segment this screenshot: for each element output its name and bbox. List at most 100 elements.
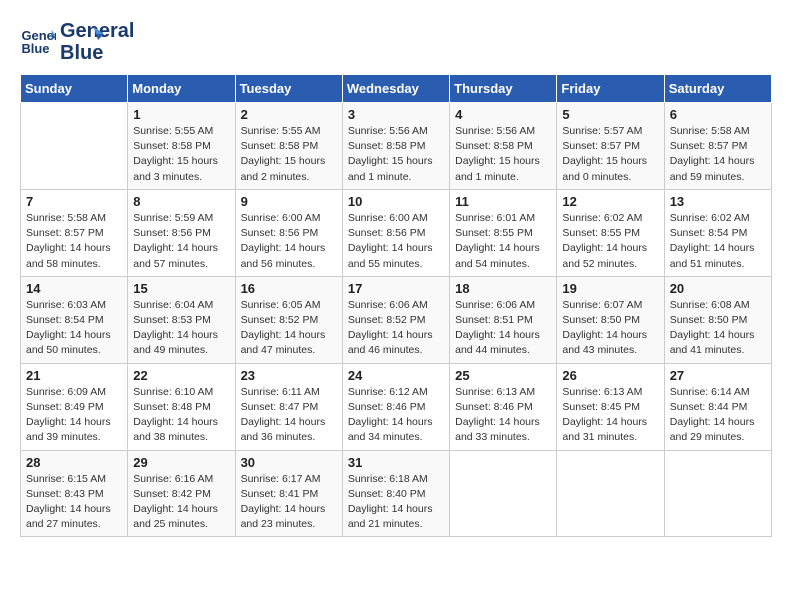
day-number: 11 — [455, 194, 551, 209]
calendar-cell: 23 Sunrise: 6:11 AMSunset: 8:47 PMDayligh… — [235, 363, 342, 450]
calendar-cell: 10 Sunrise: 6:00 AMSunset: 8:56 PMDayligh… — [342, 189, 449, 276]
day-info: Sunrise: 5:57 AMSunset: 8:57 PMDaylight:… — [562, 124, 658, 185]
day-header-sunday: Sunday — [21, 75, 128, 103]
calendar-week-row: 21Sunrise: 6:09 AMSunset: 8:49 PMDayligh… — [21, 363, 772, 450]
svg-text:Blue: Blue — [21, 41, 49, 56]
day-info: Sunrise: 6:12 AMSunset: 8:46 PMDaylight:… — [348, 385, 444, 446]
day-info: Sunrise: 5:56 AMSunset: 8:58 PMDaylight:… — [455, 124, 551, 185]
calendar-week-row: 1 Sunrise: 5:55 AMSunset: 8:58 PMDaylight… — [21, 103, 772, 190]
day-info: Sunrise: 6:08 AMSunset: 8:50 PMDaylight:… — [670, 298, 766, 359]
day-info: Sunrise: 6:05 AMSunset: 8:52 PMDaylight:… — [241, 298, 337, 359]
day-number: 3 — [348, 107, 444, 122]
day-info: Sunrise: 5:58 AMSunset: 8:57 PMDaylight:… — [26, 211, 122, 272]
calendar-cell: 12 Sunrise: 6:02 AMSunset: 8:55 PMDayligh… — [557, 189, 664, 276]
day-info: Sunrise: 6:04 AMSunset: 8:53 PMDaylight:… — [133, 298, 229, 359]
calendar-table: SundayMondayTuesdayWednesdayThursdayFrid… — [20, 74, 772, 537]
day-number: 29 — [133, 455, 229, 470]
day-info: Sunrise: 6:10 AMSunset: 8:48 PMDaylight:… — [133, 385, 229, 446]
calendar-cell: 7 Sunrise: 5:58 AMSunset: 8:57 PMDaylight… — [21, 189, 128, 276]
day-number: 7 — [26, 194, 122, 209]
day-header-saturday: Saturday — [664, 75, 771, 103]
calendar-body: 1 Sunrise: 5:55 AMSunset: 8:58 PMDaylight… — [21, 103, 772, 537]
calendar-cell: 9 Sunrise: 6:00 AMSunset: 8:56 PMDaylight… — [235, 189, 342, 276]
logo: General Blue General Blue — [20, 20, 104, 64]
calendar-cell — [557, 450, 664, 537]
day-number: 22 — [133, 368, 229, 383]
calendar-cell: 1 Sunrise: 5:55 AMSunset: 8:58 PMDaylight… — [128, 103, 235, 190]
day-number: 10 — [348, 194, 444, 209]
day-info: Sunrise: 6:00 AMSunset: 8:56 PMDaylight:… — [348, 211, 444, 272]
calendar-cell: 31Sunrise: 6:18 AMSunset: 8:40 PMDayligh… — [342, 450, 449, 537]
day-info: Sunrise: 6:14 AMSunset: 8:44 PMDaylight:… — [670, 385, 766, 446]
day-info: Sunrise: 6:13 AMSunset: 8:45 PMDaylight:… — [562, 385, 658, 446]
calendar-cell: 6Sunrise: 5:58 AMSunset: 8:57 PMDaylight… — [664, 103, 771, 190]
calendar-cell: 15 Sunrise: 6:04 AMSunset: 8:53 PMDayligh… — [128, 276, 235, 363]
calendar-cell: 2 Sunrise: 5:55 AMSunset: 8:58 PMDaylight… — [235, 103, 342, 190]
calendar-week-row: 7 Sunrise: 5:58 AMSunset: 8:57 PMDaylight… — [21, 189, 772, 276]
day-number: 8 — [133, 194, 229, 209]
calendar-cell — [450, 450, 557, 537]
calendar-cell: 24 Sunrise: 6:12 AMSunset: 8:46 PMDayligh… — [342, 363, 449, 450]
day-header-monday: Monday — [128, 75, 235, 103]
day-number: 15 — [133, 281, 229, 296]
day-number: 20 — [670, 281, 766, 296]
day-number: 14 — [26, 281, 122, 296]
calendar-cell — [664, 450, 771, 537]
day-header-wednesday: Wednesday — [342, 75, 449, 103]
calendar-cell: 22 Sunrise: 6:10 AMSunset: 8:48 PMDayligh… — [128, 363, 235, 450]
day-number: 2 — [241, 107, 337, 122]
day-info: Sunrise: 5:55 AMSunset: 8:58 PMDaylight:… — [241, 124, 337, 185]
calendar-cell: 18Sunrise: 6:06 AMSunset: 8:51 PMDayligh… — [450, 276, 557, 363]
calendar-header: SundayMondayTuesdayWednesdayThursdayFrid… — [21, 75, 772, 103]
calendar-week-row: 14 Sunrise: 6:03 AMSunset: 8:54 PMDayligh… — [21, 276, 772, 363]
calendar-cell: 19Sunrise: 6:07 AMSunset: 8:50 PMDayligh… — [557, 276, 664, 363]
day-info: Sunrise: 6:01 AMSunset: 8:55 PMDaylight:… — [455, 211, 551, 272]
day-number: 17 — [348, 281, 444, 296]
day-info: Sunrise: 6:02 AMSunset: 8:54 PMDaylight:… — [670, 211, 766, 272]
calendar-cell: 14 Sunrise: 6:03 AMSunset: 8:54 PMDayligh… — [21, 276, 128, 363]
day-number: 26 — [562, 368, 658, 383]
day-info: Sunrise: 5:56 AMSunset: 8:58 PMDaylight:… — [348, 124, 444, 185]
calendar-cell: 3 Sunrise: 5:56 AMSunset: 8:58 PMDaylight… — [342, 103, 449, 190]
day-info: Sunrise: 6:03 AMSunset: 8:54 PMDaylight:… — [26, 298, 122, 359]
day-header-row: SundayMondayTuesdayWednesdayThursdayFrid… — [21, 75, 772, 103]
calendar-cell: 13 Sunrise: 6:02 AMSunset: 8:54 PMDayligh… — [664, 189, 771, 276]
day-info: Sunrise: 6:11 AMSunset: 8:47 PMDaylight:… — [241, 385, 337, 446]
day-info: Sunrise: 6:17 AMSunset: 8:41 PMDaylight:… — [241, 472, 337, 533]
calendar-cell: 20 Sunrise: 6:08 AMSunset: 8:50 PMDayligh… — [664, 276, 771, 363]
day-number: 13 — [670, 194, 766, 209]
day-info: Sunrise: 6:00 AMSunset: 8:56 PMDaylight:… — [241, 211, 337, 272]
logo-icon: General Blue — [20, 24, 56, 60]
calendar-cell: 16 Sunrise: 6:05 AMSunset: 8:52 PMDayligh… — [235, 276, 342, 363]
day-number: 6 — [670, 107, 766, 122]
calendar-cell: 8Sunrise: 5:59 AMSunset: 8:56 PMDaylight… — [128, 189, 235, 276]
day-number: 30 — [241, 455, 337, 470]
day-number: 18 — [455, 281, 551, 296]
day-number: 25 — [455, 368, 551, 383]
calendar-cell: 25Sunrise: 6:13 AMSunset: 8:46 PMDayligh… — [450, 363, 557, 450]
calendar-cell: 26 Sunrise: 6:13 AMSunset: 8:45 PMDayligh… — [557, 363, 664, 450]
day-number: 28 — [26, 455, 122, 470]
day-info: Sunrise: 6:16 AMSunset: 8:42 PMDaylight:… — [133, 472, 229, 533]
day-number: 27 — [670, 368, 766, 383]
calendar-cell: 28Sunrise: 6:15 AMSunset: 8:43 PMDayligh… — [21, 450, 128, 537]
calendar-cell: 27 Sunrise: 6:14 AMSunset: 8:44 PMDayligh… — [664, 363, 771, 450]
calendar-cell: 21Sunrise: 6:09 AMSunset: 8:49 PMDayligh… — [21, 363, 128, 450]
day-info: Sunrise: 5:55 AMSunset: 8:58 PMDaylight:… — [133, 124, 229, 185]
day-header-thursday: Thursday — [450, 75, 557, 103]
calendar-week-row: 28Sunrise: 6:15 AMSunset: 8:43 PMDayligh… — [21, 450, 772, 537]
day-number: 23 — [241, 368, 337, 383]
day-info: Sunrise: 6:09 AMSunset: 8:49 PMDaylight:… — [26, 385, 122, 446]
page-header: General Blue General Blue — [20, 20, 772, 64]
day-number: 16 — [241, 281, 337, 296]
day-number: 9 — [241, 194, 337, 209]
day-number: 1 — [133, 107, 229, 122]
day-number: 24 — [348, 368, 444, 383]
day-number: 12 — [562, 194, 658, 209]
calendar-cell: 11 Sunrise: 6:01 AMSunset: 8:55 PMDayligh… — [450, 189, 557, 276]
calendar-cell: 17Sunrise: 6:06 AMSunset: 8:52 PMDayligh… — [342, 276, 449, 363]
calendar-cell: 4Sunrise: 5:56 AMSunset: 8:58 PMDaylight… — [450, 103, 557, 190]
day-info: Sunrise: 6:02 AMSunset: 8:55 PMDaylight:… — [562, 211, 658, 272]
day-header-friday: Friday — [557, 75, 664, 103]
calendar-cell: 29 Sunrise: 6:16 AMSunset: 8:42 PMDayligh… — [128, 450, 235, 537]
